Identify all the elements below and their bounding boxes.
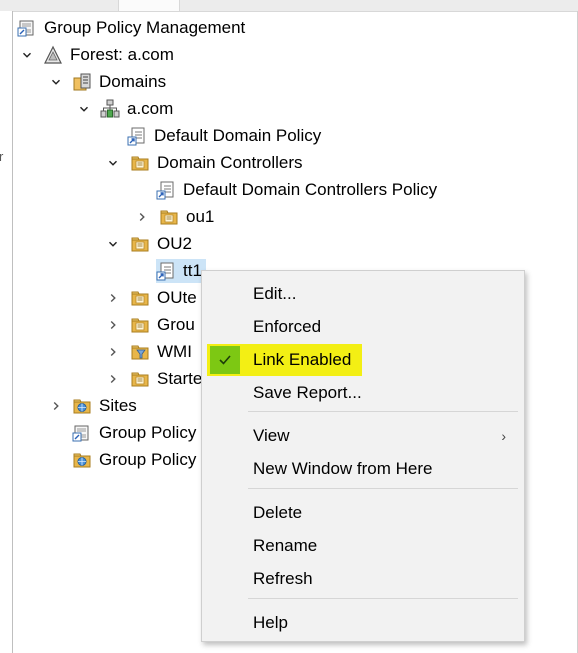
chevron-down-icon[interactable] [107, 232, 119, 256]
forest-icon [43, 45, 63, 65]
tree-item-label: Starte [157, 369, 203, 388]
menu-item-delete[interactable]: Delete [202, 497, 524, 529]
tree-item-default-domain-policy[interactable]: Default Domain Policy [127, 124, 321, 148]
menu-separator [248, 488, 518, 489]
starter-gpo-icon [130, 369, 150, 389]
ou-folder-icon [130, 153, 150, 173]
tree-item-label: a.com [127, 99, 174, 118]
tree-item-label: Group Policy Management [44, 18, 246, 37]
chevron-down-icon[interactable] [107, 151, 119, 175]
menu-item-rename[interactable]: Rename [202, 530, 524, 562]
tree-item-label: Domains [99, 72, 167, 91]
menu-item-edit[interactable]: Edit... [202, 278, 524, 310]
gpo-link-icon [156, 261, 176, 281]
tree-item-gp-modeling[interactable]: Group Policy [72, 421, 196, 445]
tree-item-sites[interactable]: Sites [72, 394, 137, 418]
menu-separator [248, 598, 518, 599]
tree-item-domain[interactable]: a.com [100, 97, 173, 121]
gp-results-icon [72, 450, 92, 470]
submenu-arrow-icon: › [501, 428, 506, 444]
menu-separator [248, 411, 518, 412]
left-pane-edge: r [0, 11, 13, 653]
sites-icon [72, 396, 92, 416]
menu-item-save-report[interactable]: Save Report... [202, 377, 524, 409]
menu-item-label: Enforced [253, 317, 322, 336]
tree-item-label: Default Domain Controllers Policy [183, 180, 438, 199]
tree-item-ou1[interactable]: ou1 [159, 205, 214, 229]
tree-item-tt1[interactable]: tt1 [156, 259, 206, 283]
tree-item-group-policy-objects[interactable]: Grou [130, 313, 195, 337]
tree-item-label: OUte [157, 288, 197, 307]
tree-item-ou2[interactable]: OU2 [130, 232, 192, 256]
chevron-down-icon[interactable] [78, 97, 90, 121]
ou-folder-icon [130, 234, 150, 254]
tree-item-label: Sites [99, 396, 137, 415]
gp-modeling-icon [72, 423, 92, 443]
ou-folder-icon [159, 207, 179, 227]
menu-item-label: Edit... [253, 284, 297, 303]
tree-item-oute[interactable]: OUte [130, 286, 197, 310]
menu-item-label: Help [253, 613, 288, 632]
chevron-right-icon[interactable] [107, 286, 119, 310]
tree-item-label: Domain Controllers [157, 153, 303, 172]
chevron-right-icon[interactable] [107, 313, 119, 337]
tree-item-root[interactable]: Group Policy Management [17, 16, 245, 40]
menu-item-label: Save Report... [253, 383, 362, 402]
domain-icon [100, 99, 120, 119]
menu-item-view[interactable]: View › [202, 420, 524, 452]
menu-item-enforced[interactable]: Enforced [202, 311, 524, 343]
tree-item-domain-controllers[interactable]: Domain Controllers [130, 151, 303, 175]
tree-item-label: Group Policy [99, 423, 197, 442]
tree-item-forest[interactable]: Forest: a.com [43, 43, 174, 67]
chevron-right-icon[interactable] [136, 205, 148, 229]
tree-item-label: Grou [157, 315, 195, 334]
gpm-console-icon [17, 18, 37, 38]
menu-item-label: Delete [253, 503, 303, 522]
gpo-container-icon [130, 315, 150, 335]
tree-item-label: tt1 [183, 261, 202, 280]
chevron-down-icon[interactable] [21, 43, 33, 67]
tree-item-label: Group Policy [99, 450, 197, 469]
context-menu: Edit... Enforced Link Enabled Save Repor… [201, 270, 525, 642]
menu-item-label: Refresh [253, 569, 313, 588]
chevron-right-icon[interactable] [107, 367, 119, 391]
left-pane-text-fragment: r [0, 149, 4, 164]
menu-item-refresh[interactable]: Refresh [202, 563, 524, 595]
menu-item-link-enabled[interactable]: Link Enabled [207, 344, 362, 376]
menu-item-label: View [253, 426, 290, 445]
checkmark-icon [210, 346, 240, 374]
tree-item-starter-gpos[interactable]: Starte [130, 367, 202, 391]
menu-item-help[interactable]: Help [202, 607, 524, 639]
tree-item-default-dc-policy[interactable]: Default Domain Controllers Policy [156, 178, 437, 202]
tree-item-gp-results[interactable]: Group Policy [72, 448, 196, 472]
chevron-right-icon[interactable] [50, 394, 62, 418]
tree-item-label: Forest: a.com [70, 45, 174, 64]
tree-item-label: WMI [157, 342, 192, 361]
tree-item-label: Default Domain Policy [154, 126, 322, 145]
menu-item-label: Rename [253, 536, 318, 555]
menu-item-new-window[interactable]: New Window from Here [202, 453, 524, 485]
gpo-link-icon [127, 126, 147, 146]
tree-item-domains[interactable]: Domains [72, 70, 166, 94]
chevron-right-icon[interactable] [107, 340, 119, 364]
top-tab [118, 0, 180, 11]
menu-item-label: Link Enabled [253, 350, 352, 369]
chevron-down-icon[interactable] [50, 70, 62, 94]
wmi-filter-icon [130, 342, 150, 362]
gpo-link-icon [156, 180, 176, 200]
ou-folder-icon [130, 288, 150, 308]
tree-item-wmi-filters[interactable]: WMI [130, 340, 192, 364]
domains-icon [72, 72, 92, 92]
menu-item-label: New Window from Here [253, 459, 433, 478]
tree-item-label: ou1 [186, 207, 215, 226]
tree-item-label: OU2 [157, 234, 192, 253]
